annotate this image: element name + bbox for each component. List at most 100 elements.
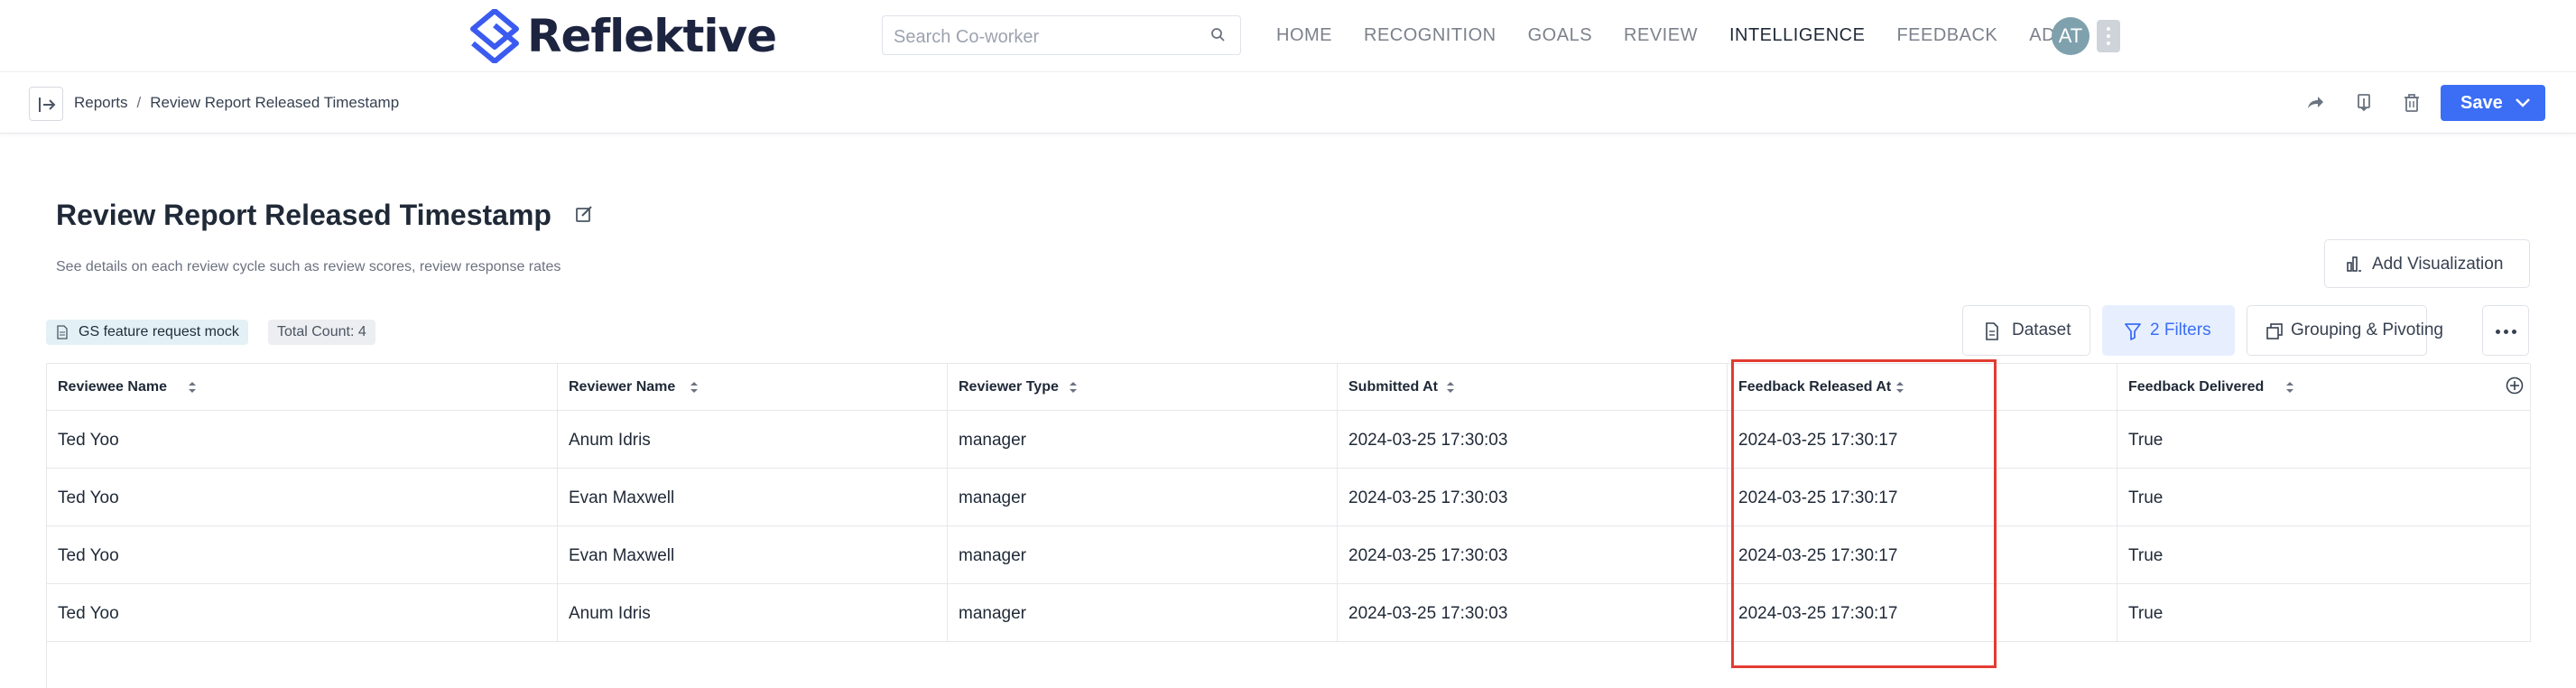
nav-home[interactable]: HOME — [1276, 22, 1332, 49]
table-cell-submitted-at: 2024-03-25 17:30:03 — [1338, 584, 1728, 642]
table-cell-value: 2024-03-25 17:30:03 — [1348, 604, 1508, 623]
table-cell-value: True — [2128, 431, 2164, 450]
table-cell-feedback-released-at: 2024-03-25 17:30:17 — [1728, 526, 2117, 584]
dataset-button[interactable]: Dataset — [1962, 305, 2090, 356]
report-table: Reviewee Name Reviewer Name Reviewer Type S… — [46, 363, 2531, 688]
nav-goals[interactable]: GOALS — [1528, 22, 1592, 49]
table-cell-feedback-delivered: True — [2117, 584, 2531, 642]
breadcrumb: Reports / Review Report Released Timesta… — [74, 94, 399, 112]
edit-icon[interactable] — [574, 204, 594, 224]
nav-review[interactable]: REVIEW — [1624, 22, 1698, 49]
document-icon — [1986, 322, 1998, 340]
table-cell-value: 2024-03-25 17:30:17 — [1738, 546, 1898, 565]
table-cell-value: Ted Yoo — [58, 431, 119, 450]
column-header-feedback-delivered[interactable]: Feedback Delivered — [2117, 364, 2531, 411]
table-cell-reviewer-type: manager — [948, 584, 1338, 642]
add-visualization-label: Add Visualization — [2372, 255, 2504, 274]
table-cell-reviewer-name: Evan Maxwell — [558, 469, 948, 526]
table-cell-reviewer-type: manager — [948, 526, 1338, 584]
reflektive-logo-icon — [470, 9, 519, 63]
breadcrumb-current: Review Report Released Timestamp — [150, 94, 400, 111]
table-cell-value: 2024-03-25 17:30:03 — [1348, 431, 1508, 450]
top-navigation-bar: Reflektive Search Co-worker HOME RECOGNI… — [0, 0, 2576, 72]
nav-recognition[interactable]: RECOGNITION — [1364, 22, 1496, 49]
add-visualization-button[interactable]: Add Visualization — [2324, 239, 2530, 288]
page-title: Review Report Released Timestamp — [56, 199, 551, 231]
table-cell-reviewee-name: Ted Yoo — [47, 584, 558, 642]
table-row[interactable]: Ted Yoo Anum Idris manager 2024-03-25 17:30… — [47, 411, 2531, 469]
sort-icon[interactable] — [690, 381, 699, 394]
column-header-feedback-released-at[interactable]: Feedback Released At — [1728, 364, 2117, 411]
table-cell-value: Ted Yoo — [58, 488, 119, 507]
more-options-icon[interactable] — [2482, 305, 2529, 356]
nav-feedback[interactable]: FEEDBACK — [1896, 22, 1997, 49]
table-cell-value: Evan Maxwell — [569, 488, 675, 507]
add-column-icon[interactable] — [2505, 376, 2525, 395]
table-cell-value: True — [2128, 546, 2164, 565]
table-cell-value: True — [2128, 488, 2164, 507]
sort-icon[interactable] — [1069, 381, 1078, 394]
column-header-label: Reviewer Name — [569, 379, 676, 395]
chart-icon — [2347, 256, 2361, 272]
report-description: See details on each review cycle such as… — [56, 259, 561, 274]
save-button[interactable]: Save — [2441, 85, 2545, 121]
table-row[interactable]: Ted Yoo Evan Maxwell manager 2024-03-25 17:… — [47, 526, 2531, 584]
column-header-label: Feedback Delivered — [2128, 379, 2265, 395]
user-menu-kebab-icon[interactable] — [2097, 20, 2120, 52]
table-cell-value: 2024-03-25 17:30:17 — [1738, 604, 1898, 623]
table-cell-value: 2024-03-25 17:30:17 — [1738, 488, 1898, 507]
search-icon[interactable] — [1209, 26, 1228, 44]
nav-intelligence[interactable]: INTELLIGENCE — [1729, 22, 1865, 49]
trash-icon[interactable] — [2401, 92, 2423, 114]
reflektive-logo[interactable]: Reflektive — [469, 9, 777, 63]
column-header-label: Feedback Released At — [1738, 379, 1892, 395]
table-cell-submitted-at: 2024-03-25 17:30:03 — [1338, 411, 1728, 469]
table-cell-value: Ted Yoo — [58, 546, 119, 565]
dataset-button-label: Dataset — [2012, 321, 2071, 339]
table-cell-feedback-released-at: 2024-03-25 17:30:17 — [1728, 411, 2117, 469]
grouping-pivoting-button[interactable]: Grouping & Pivoting — [2247, 305, 2443, 356]
column-header-label: Submitted At — [1348, 379, 1438, 395]
user-avatar[interactable]: AT — [2052, 17, 2090, 55]
sidebar-toggle-button[interactable] — [29, 87, 63, 121]
table-cell-feedback-delivered: True — [2117, 469, 2531, 526]
sort-icon[interactable] — [1895, 381, 1904, 394]
table-cell-reviewee-name: Ted Yoo — [47, 469, 558, 526]
coworker-search[interactable]: Search Co-worker — [882, 15, 1241, 55]
table-cell-feedback-released-at: 2024-03-25 17:30:17 — [1728, 584, 2117, 642]
table-cell-value: manager — [959, 488, 1026, 507]
dataset-tag: GS feature request mock — [46, 320, 248, 345]
table-cell-value: Ted Yoo — [58, 604, 119, 623]
column-header-label: Reviewer Type — [959, 379, 1059, 395]
table-row[interactable]: Ted Yoo Anum Idris manager 2024-03-25 17:30… — [47, 584, 2531, 642]
share-icon[interactable] — [2304, 92, 2326, 114]
filters-button[interactable]: 2 Filters — [2102, 305, 2235, 356]
table-cell-reviewee-name: Ted Yoo — [47, 526, 558, 584]
table-cell-value: Anum Idris — [569, 431, 651, 450]
sort-icon[interactable] — [188, 381, 197, 394]
sort-icon[interactable] — [1446, 381, 1455, 394]
total-count-badge: Total Count: 4 — [268, 320, 375, 345]
search-input[interactable]: Search Co-worker — [894, 27, 1039, 48]
breadcrumb-bar: Reports / Review Report Released Timesta… — [0, 72, 2576, 134]
breadcrumb-reports-link[interactable]: Reports — [74, 94, 128, 112]
column-header-reviewee-name[interactable]: Reviewee Name — [47, 364, 558, 411]
column-header-reviewer-type[interactable]: Reviewer Type — [948, 364, 1338, 411]
expand-panel-icon — [39, 98, 56, 112]
table-cell-reviewer-name: Anum Idris — [558, 584, 948, 642]
table-cell-submitted-at: 2024-03-25 17:30:03 — [1338, 469, 1728, 526]
column-header-submitted-at[interactable]: Submitted At — [1338, 364, 1728, 411]
table-cell-value: 2024-03-25 17:30:17 — [1738, 431, 1898, 450]
sort-icon[interactable] — [2285, 381, 2294, 394]
table-cell-value: manager — [959, 431, 1026, 450]
table-cell-reviewee-name: Ted Yoo — [47, 411, 558, 469]
document-icon — [57, 325, 68, 339]
download-icon[interactable] — [2353, 92, 2375, 114]
column-header-reviewer-name[interactable]: Reviewer Name — [558, 364, 948, 411]
copy-icon — [2266, 323, 2283, 339]
grouping-pivoting-label: Grouping & Pivoting — [2291, 321, 2443, 339]
table-cell-value: True — [2128, 604, 2164, 623]
logo-text: Reflektive — [527, 10, 777, 62]
table-row[interactable]: Ted Yoo Evan Maxwell manager 2024-03-25 17:… — [47, 469, 2531, 526]
filters-button-label: 2 Filters — [2150, 321, 2211, 339]
